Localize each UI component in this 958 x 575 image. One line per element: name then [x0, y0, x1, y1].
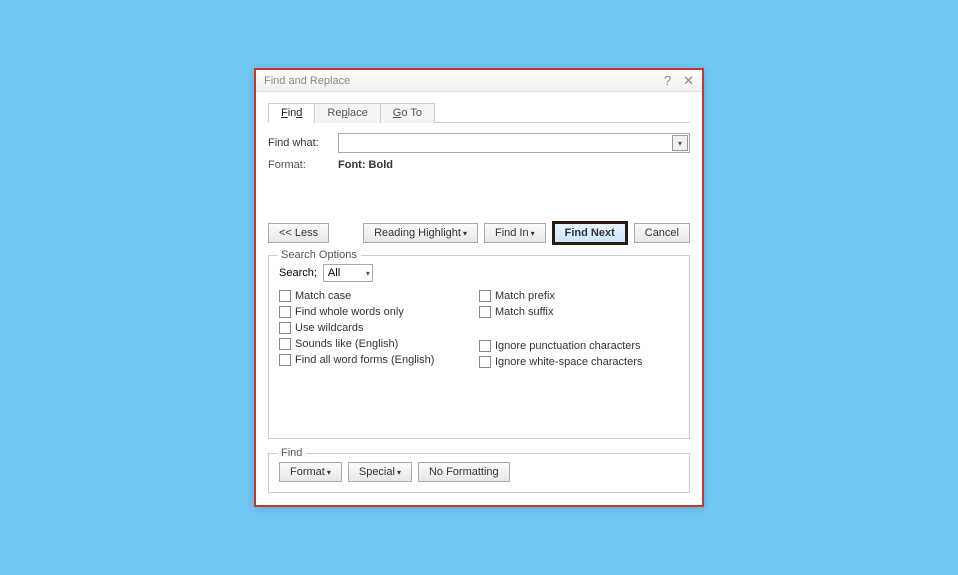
checkbox-word-forms[interactable]: Find all word forms (English) — [279, 354, 479, 366]
checkbox-box — [279, 290, 291, 302]
main-button-row: << Less Reading Highlight▾ Find In▾ Find… — [268, 221, 690, 245]
caret-down-icon: ▾ — [397, 468, 401, 477]
search-direction-label: Search; — [279, 267, 317, 279]
find-what-label: Find what: — [268, 137, 338, 149]
search-direction-value: All — [328, 267, 340, 279]
search-options-legend: Search Options — [277, 249, 361, 261]
checkbox-match-case[interactable]: Match case — [279, 290, 479, 302]
checkbox-match-prefix[interactable]: Match prefix — [479, 290, 679, 302]
find-format-row: Format▾ Special▾ No Formatting — [279, 462, 679, 482]
checkbox-label: Match prefix — [495, 290, 555, 302]
format-button[interactable]: Format▾ — [279, 462, 342, 482]
checkbox-box — [279, 322, 291, 334]
checkbox-label: Match case — [295, 290, 351, 302]
chevron-down-icon: ▾ — [366, 269, 370, 278]
close-icon[interactable]: ✕ — [683, 74, 694, 87]
tab-replace[interactable]: Replace — [314, 103, 380, 123]
checkbox-ignore-whitespace[interactable]: Ignore white-space characters — [479, 356, 679, 368]
find-next-button[interactable]: Find Next — [552, 221, 628, 245]
checkbox-label: Ignore white-space characters — [495, 356, 642, 368]
find-replace-dialog: Find and Replace ? ✕ Find Replace Go To … — [254, 68, 704, 507]
checkbox-whole-words[interactable]: Find whole words only — [279, 306, 479, 318]
checkbox-label: Use wildcards — [295, 322, 363, 334]
checkbox-ignore-punct[interactable]: Ignore punctuation characters — [479, 340, 679, 352]
checkbox-label: Ignore punctuation characters — [495, 340, 641, 352]
reading-highlight-button[interactable]: Reading Highlight▾ — [363, 223, 478, 243]
checkbox-box — [279, 306, 291, 318]
format-label: Format: — [268, 159, 338, 171]
checkbox-label: Match suffix — [495, 306, 554, 318]
checkbox-box — [279, 354, 291, 366]
caret-down-icon: ▾ — [531, 229, 535, 238]
checkbox-label: Sounds like (English) — [295, 338, 398, 350]
checkbox-box — [479, 356, 491, 368]
options-right-col: Match prefix Match suffix Ignore punctua… — [479, 290, 679, 368]
checkbox-box — [479, 306, 491, 318]
less-button[interactable]: << Less — [268, 223, 329, 243]
find-legend: Find — [277, 447, 306, 459]
search-direction-select[interactable]: All ▾ — [323, 264, 373, 282]
find-format-group: Find Format▾ Special▾ No Formatting — [268, 453, 690, 493]
no-formatting-button[interactable]: No Formatting — [418, 462, 510, 482]
caret-down-icon: ▾ — [463, 229, 467, 238]
checkbox-match-suffix[interactable]: Match suffix — [479, 306, 679, 318]
checkbox-sounds-like[interactable]: Sounds like (English) — [279, 338, 479, 350]
checkbox-box — [479, 290, 491, 302]
search-options-group: Search Options Search; All ▾ Match case — [268, 255, 690, 439]
checkbox-label: Find all word forms (English) — [295, 354, 434, 366]
checkbox-label: Find whole words only — [295, 306, 404, 318]
find-what-row: Find what: ▾ — [268, 133, 690, 153]
tab-goto[interactable]: Go To — [380, 103, 435, 123]
checkbox-box — [279, 338, 291, 350]
caret-down-icon: ▾ — [327, 468, 331, 477]
cancel-button[interactable]: Cancel — [634, 223, 690, 243]
special-button[interactable]: Special▾ — [348, 462, 412, 482]
chevron-down-icon[interactable]: ▾ — [672, 135, 688, 151]
find-what-input[interactable]: ▾ — [338, 133, 690, 153]
dialog-content: Find Replace Go To Find what: ▾ Format: … — [256, 92, 702, 505]
options-left-col: Match case Find whole words only Use wil… — [279, 290, 479, 368]
find-in-button[interactable]: Find In▾ — [484, 223, 546, 243]
format-row: Format: Font: Bold — [268, 159, 690, 171]
checkbox-box — [479, 340, 491, 352]
titlebar: Find and Replace ? ✕ — [256, 70, 702, 92]
dialog-title: Find and Replace — [264, 75, 350, 87]
tab-find[interactable]: Find — [268, 103, 315, 123]
search-direction-row: Search; All ▾ — [279, 264, 679, 282]
titlebar-controls: ? ✕ — [664, 74, 694, 87]
format-value: Font: Bold — [338, 159, 393, 171]
options-grid: Match case Find whole words only Use wil… — [279, 290, 679, 368]
help-icon[interactable]: ? — [664, 74, 671, 87]
checkbox-wildcards[interactable]: Use wildcards — [279, 322, 479, 334]
tabs: Find Replace Go To — [268, 102, 690, 123]
